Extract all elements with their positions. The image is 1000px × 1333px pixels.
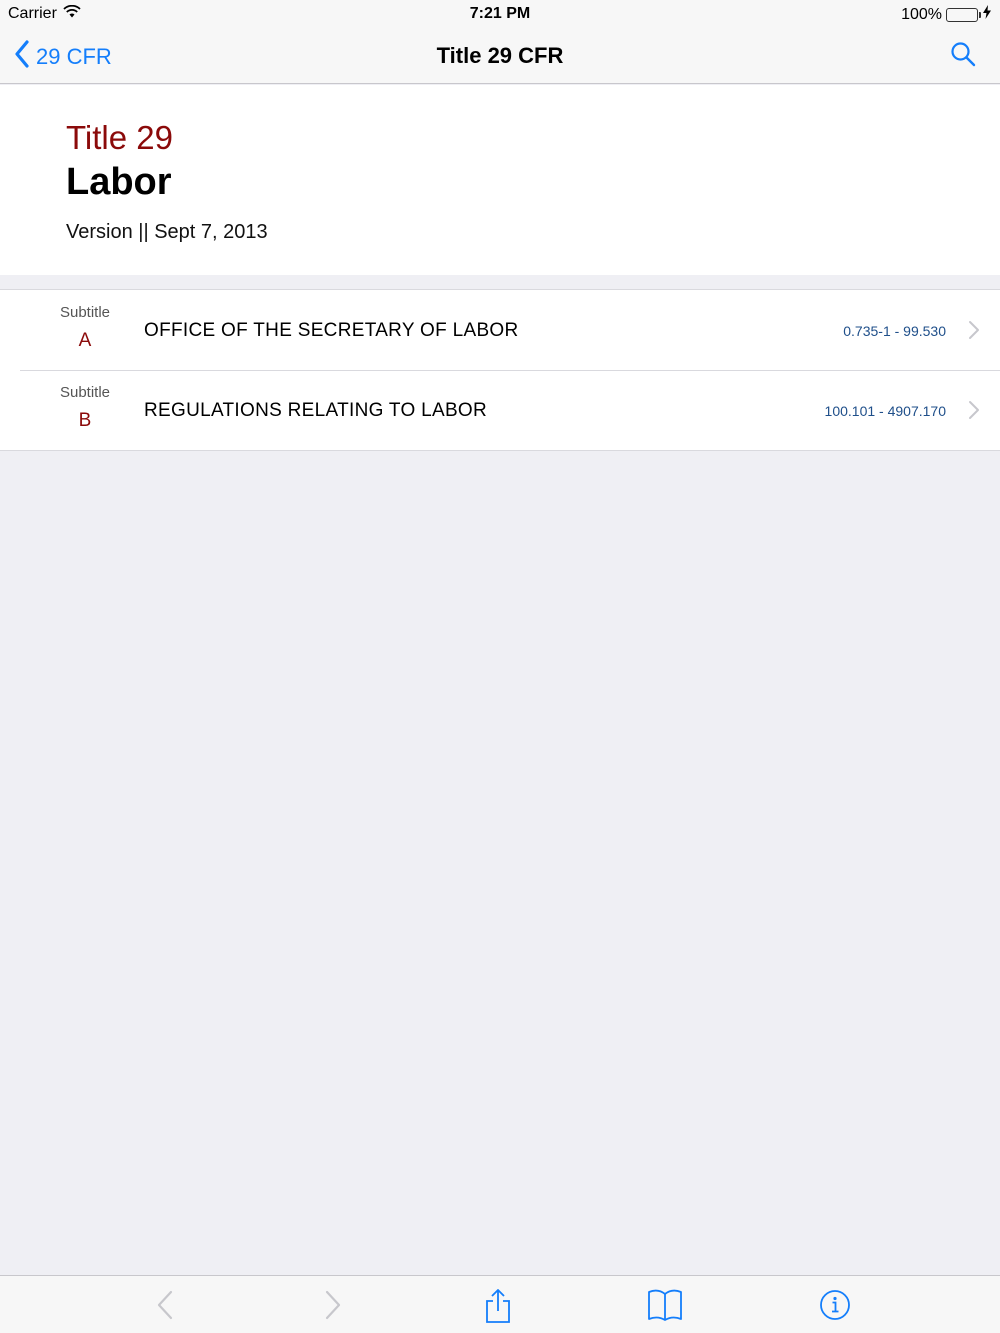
subtitle-title: REGULATIONS RELATING TO LABOR xyxy=(144,400,488,421)
info-icon xyxy=(819,1290,851,1326)
info-button[interactable] xyxy=(819,1288,851,1327)
search-button[interactable] xyxy=(950,41,976,72)
bookmarks-button[interactable] xyxy=(647,1288,683,1327)
title-number: Title 29 xyxy=(66,119,173,156)
search-icon xyxy=(950,42,976,71)
back-button-label: 29 CFR xyxy=(36,44,112,69)
list-item-subtitle-a[interactable]: Subtitle A OFFICE OF THE SECRETARY OF LA… xyxy=(0,290,1000,370)
section-range: 0.735-1 - 99.530 xyxy=(843,323,946,339)
battery-tip xyxy=(979,11,981,18)
page-title: Title 29 CFR xyxy=(436,43,564,68)
status-time: 7:21 PM xyxy=(469,5,531,22)
forward-arrow-icon xyxy=(320,1290,346,1326)
section-range: 100.101 - 4907.170 xyxy=(824,403,946,419)
forward-arrow-button[interactable] xyxy=(320,1288,346,1327)
list-item-subtitle-b[interactable]: Subtitle B REGULATIONS RELATING TO LABOR… xyxy=(0,370,1000,450)
battery-percent: 100% xyxy=(901,5,942,23)
back-arrow-button[interactable] xyxy=(152,1288,178,1327)
subtitle-list: Subtitle A OFFICE OF THE SECRETARY OF LA… xyxy=(0,289,1000,451)
share-icon xyxy=(484,1289,512,1328)
subtitle-title: OFFICE OF THE SECRETARY OF LABOR xyxy=(144,320,519,341)
title-header: Title 29 Labor Version || Sept 7, 2013 xyxy=(0,85,1000,275)
chevron-right-icon xyxy=(968,400,980,425)
subtitle-letter: A xyxy=(78,330,92,351)
subtitle-label: Subtitle xyxy=(59,384,111,401)
bottom-toolbar xyxy=(0,1275,1000,1333)
status-bar: Carrier 7:21 PM 100% xyxy=(0,0,1000,28)
version-label: Version || Sept 7, 2013 xyxy=(66,221,268,243)
status-right: 100% xyxy=(901,5,992,24)
subtitle-label: Subtitle xyxy=(59,304,111,321)
subtitle-letter: B xyxy=(78,410,92,431)
battery-icon xyxy=(946,7,981,22)
chevron-right-icon xyxy=(968,320,980,345)
back-button[interactable]: 29 CFR xyxy=(14,40,112,74)
charging-bolt-icon xyxy=(982,5,992,24)
chevron-left-icon xyxy=(14,40,30,74)
back-arrow-icon xyxy=(152,1290,178,1326)
title-name: Labor xyxy=(66,161,172,203)
navigation-bar: 29 CFR Title 29 CFR xyxy=(0,28,1000,84)
bookmarks-book-icon xyxy=(647,1289,683,1326)
share-button[interactable] xyxy=(484,1288,512,1329)
